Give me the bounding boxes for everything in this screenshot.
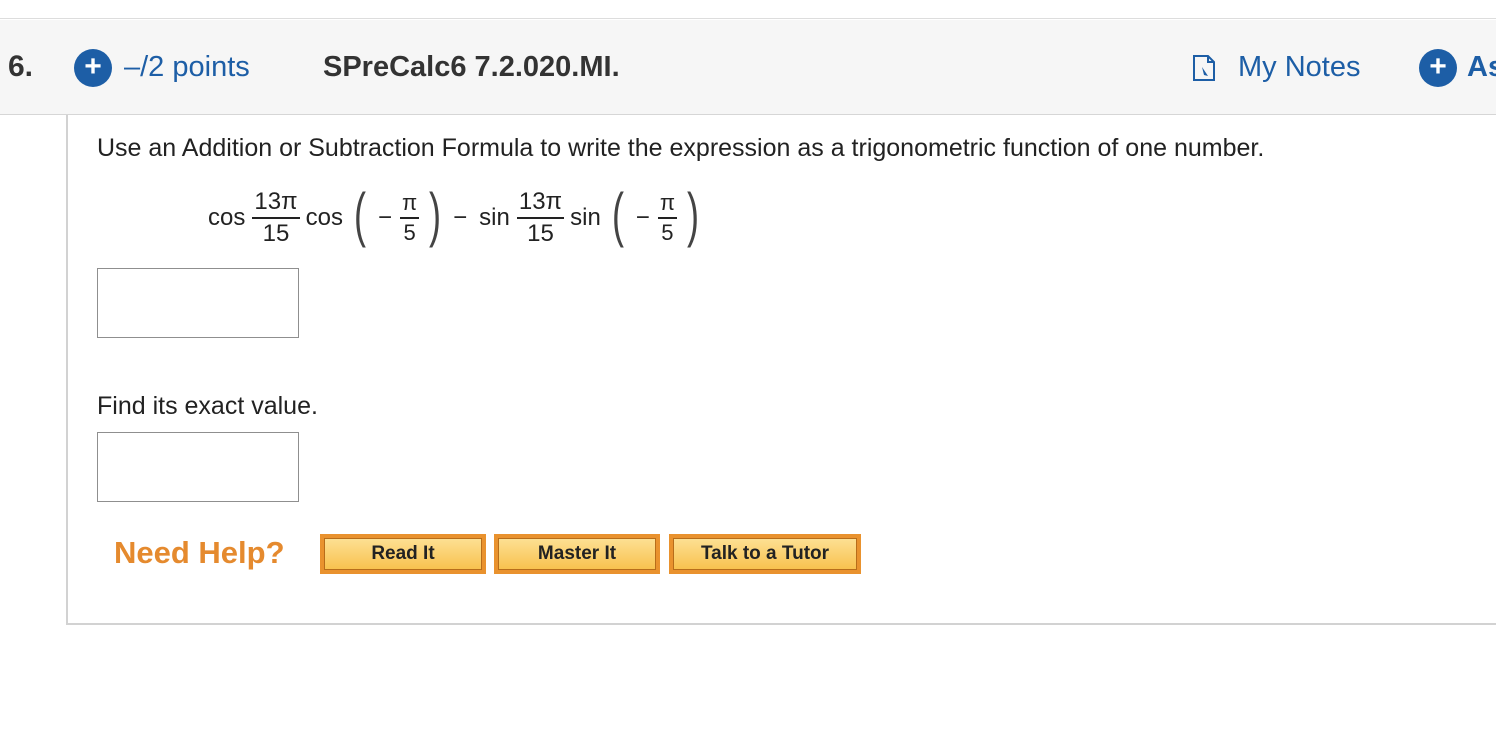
- read-it-label: Read It: [324, 538, 482, 570]
- answer-input-exact-value[interactable]: [97, 432, 299, 502]
- fraction-numerator: π: [401, 190, 418, 216]
- expr-fn: cos: [208, 204, 246, 231]
- right-paren: ): [429, 181, 442, 248]
- exact-value-prompt: Find its exact value.: [97, 392, 318, 420]
- my-notes-label: My Notes: [1238, 51, 1361, 83]
- expr-fn: sin: [570, 204, 601, 231]
- add-label[interactable]: As: [1467, 51, 1496, 84]
- need-help-label: Need Help?: [114, 535, 285, 570]
- instruction-text: Use an Addition or Subtraction Formula t…: [97, 134, 1265, 162]
- trig-expression: cos 13π 15 cos ( − π 5 ) − sin 13π 15 si…: [208, 181, 703, 250]
- fraction-denominator: 15: [527, 219, 554, 247]
- expr-fraction: π 5: [399, 190, 420, 245]
- question-number: 6.: [8, 50, 34, 83]
- fraction-numerator: 13π: [518, 188, 563, 216]
- talk-to-tutor-button[interactable]: Talk to a Tutor: [669, 534, 861, 574]
- master-it-label: Master It: [498, 538, 656, 570]
- expr-operator: −: [453, 204, 468, 231]
- fraction-denominator: 5: [403, 219, 416, 245]
- answer-input-expression[interactable]: [97, 268, 299, 338]
- note-icon: [1193, 54, 1215, 81]
- add-plus-icon[interactable]: +: [1419, 49, 1457, 87]
- fraction-denominator: 15: [262, 219, 290, 247]
- expr-sign: −: [377, 204, 392, 231]
- top-divider: [0, 18, 1496, 19]
- expr-fraction: 13π 15: [252, 188, 300, 247]
- left-paren: (: [353, 181, 366, 248]
- question-source-id: SPreCalc6 7.2.020.MI.: [323, 51, 620, 83]
- my-notes-button[interactable]: My Notes: [1192, 51, 1360, 84]
- expr-sign: −: [635, 204, 650, 231]
- fraction-denominator: 5: [661, 219, 674, 245]
- points-plus-icon[interactable]: +: [74, 49, 112, 87]
- question-header: 6. + –/2 points SPreCalc6 7.2.020.MI. My…: [0, 20, 1496, 115]
- read-it-button[interactable]: Read It: [320, 534, 486, 574]
- expr-fraction: 13π 15: [516, 188, 565, 247]
- master-it-button[interactable]: Master It: [494, 534, 660, 574]
- talk-to-tutor-label: Talk to a Tutor: [673, 538, 857, 570]
- expr-fn: sin: [479, 204, 510, 231]
- expr-fraction: π 5: [657, 190, 677, 245]
- points-label[interactable]: –/2 points: [124, 51, 250, 84]
- fraction-numerator: 13π: [254, 188, 298, 216]
- left-paren: (: [611, 181, 624, 248]
- right-paren: ): [686, 181, 699, 248]
- expr-fn: cos: [305, 204, 343, 231]
- fraction-numerator: π: [659, 190, 675, 216]
